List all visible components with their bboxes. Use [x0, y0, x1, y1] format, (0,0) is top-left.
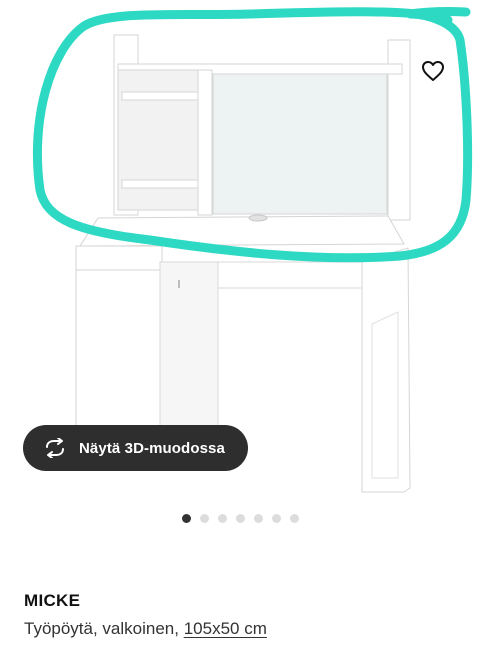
- heart-outline-icon: [422, 61, 444, 81]
- pagination-dot[interactable]: [217, 514, 227, 523]
- view-3d-label: Näytä 3D-muodossa: [79, 439, 225, 457]
- pagination-dot[interactable]: [271, 514, 281, 523]
- product-image-gallery[interactable]: Näytä 3D-muodossa: [0, 0, 480, 510]
- product-description-text: Työpöytä, valkoinen,: [24, 619, 179, 638]
- product-name: MICKE: [24, 591, 81, 610]
- pagination-dot[interactable]: [253, 514, 263, 523]
- pagination-dot[interactable]: [289, 514, 299, 523]
- desk-hutch-shelf: [113, 34, 411, 221]
- pagination-dot[interactable]: [199, 514, 209, 523]
- rotate-arrows-icon: [42, 435, 68, 461]
- favorite-button[interactable]: [414, 52, 452, 90]
- image-pagination: [0, 514, 480, 526]
- view-3d-button[interactable]: Näytä 3D-muodossa: [23, 425, 248, 471]
- product-description: Työpöytä, valkoinen, 105x50 cm: [24, 619, 267, 639]
- pagination-dot[interactable]: [235, 514, 245, 523]
- pagination-dot[interactable]: [181, 514, 191, 523]
- product-size-link[interactable]: 105x50 cm: [184, 619, 267, 638]
